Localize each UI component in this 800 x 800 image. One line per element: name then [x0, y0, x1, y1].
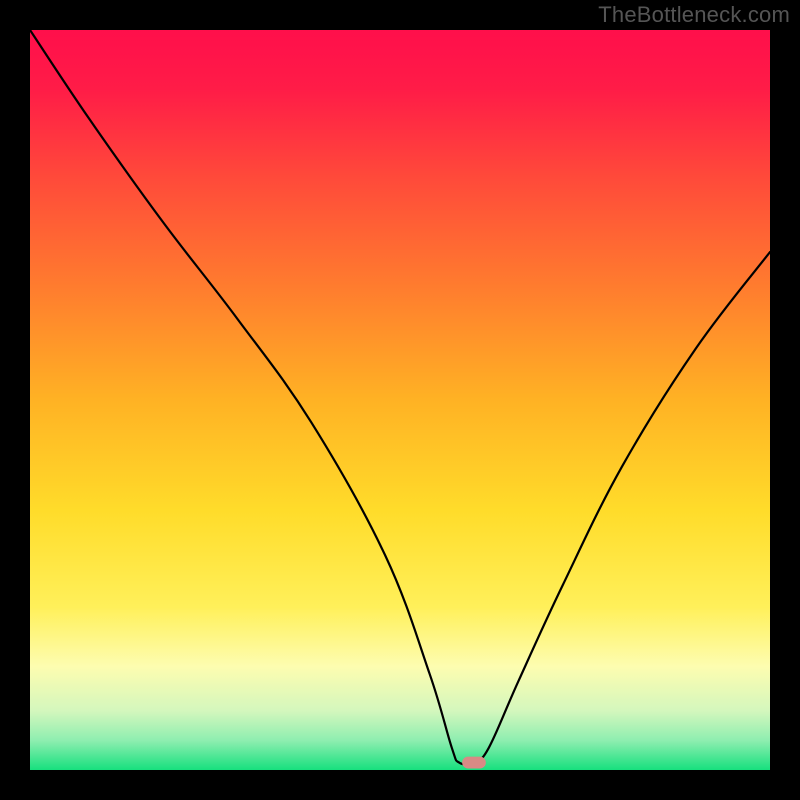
min-marker	[462, 757, 486, 769]
bottleneck-plot	[30, 30, 770, 770]
gradient-background	[30, 30, 770, 770]
plot-svg	[30, 30, 770, 770]
chart-frame: TheBottleneck.com	[0, 0, 800, 800]
watermark-label: TheBottleneck.com	[598, 2, 790, 28]
